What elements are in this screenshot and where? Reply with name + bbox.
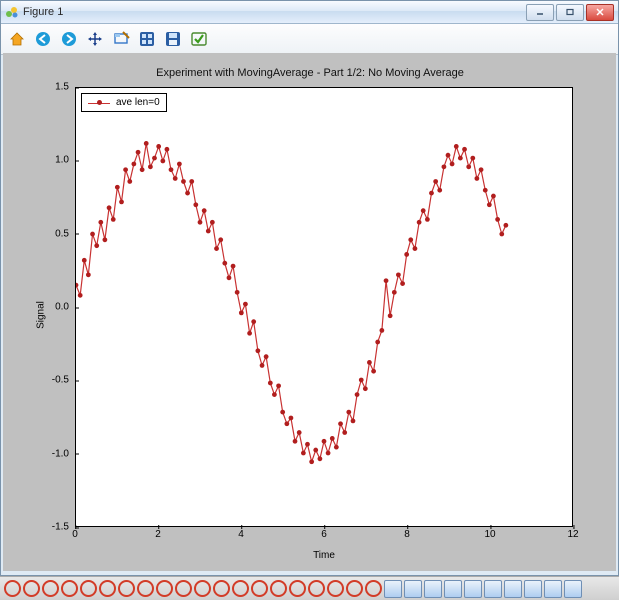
home-icon[interactable] <box>7 29 27 49</box>
figure-canvas[interactable]: Experiment with MovingAverage - Part 1/2… <box>3 53 616 571</box>
mpl-toolbar <box>1 24 618 55</box>
y-tick: 0.5 <box>55 228 73 239</box>
taskbar-item[interactable] <box>404 580 422 598</box>
taskbar-item[interactable] <box>251 580 268 597</box>
forward-icon[interactable] <box>59 29 79 49</box>
y-tick: 1.0 <box>55 155 73 166</box>
taskbar-item[interactable] <box>365 580 382 597</box>
plot-container: Experiment with MovingAverage - Part 1/2… <box>13 65 607 565</box>
x-tick: 8 <box>404 529 410 540</box>
taskbar-item[interactable] <box>80 580 97 597</box>
y-tick: -0.5 <box>52 375 73 386</box>
y-axis-label: Signal <box>35 301 46 329</box>
minimize-button[interactable] <box>526 4 554 21</box>
taskbar-item[interactable] <box>156 580 173 597</box>
save-icon[interactable] <box>163 29 183 49</box>
window-title: Figure 1 <box>23 6 526 18</box>
titlebar[interactable]: Figure 1 <box>1 1 618 24</box>
subplots-icon[interactable] <box>137 29 157 49</box>
taskbar-item[interactable] <box>484 580 502 598</box>
taskbar-item[interactable] <box>289 580 306 597</box>
taskbar-item[interactable] <box>99 580 116 597</box>
close-button[interactable] <box>586 4 614 21</box>
x-tick: 12 <box>567 529 578 540</box>
x-tick: 10 <box>484 529 495 540</box>
plot-title: Experiment with MovingAverage - Part 1/2… <box>13 67 607 79</box>
taskbar[interactable] <box>0 576 619 600</box>
taskbar-item[interactable] <box>564 580 582 598</box>
taskbar-item[interactable] <box>308 580 325 597</box>
x-tick: 2 <box>155 529 161 540</box>
app-icon <box>5 5 19 19</box>
x-tick: 0 <box>72 529 78 540</box>
taskbar-item[interactable] <box>504 580 522 598</box>
back-icon[interactable] <box>33 29 53 49</box>
y-tick: 1.5 <box>55 82 73 93</box>
taskbar-item[interactable] <box>384 580 402 598</box>
taskbar-item[interactable] <box>42 580 59 597</box>
window-buttons <box>526 4 614 21</box>
taskbar-item[interactable] <box>444 580 462 598</box>
legend-label: ave len=0 <box>116 97 160 108</box>
taskbar-item[interactable] <box>232 580 249 597</box>
figure-window: Figure 1 <box>0 0 619 576</box>
taskbar-item[interactable] <box>424 580 442 598</box>
taskbar-item[interactable] <box>464 580 482 598</box>
x-tick: 4 <box>238 529 244 540</box>
maximize-button[interactable] <box>556 4 584 21</box>
taskbar-item[interactable] <box>23 580 40 597</box>
taskbar-item[interactable] <box>4 580 21 597</box>
line-plot <box>76 88 572 526</box>
check-icon[interactable] <box>189 29 209 49</box>
taskbar-item[interactable] <box>524 580 542 598</box>
taskbar-item[interactable] <box>270 580 287 597</box>
taskbar-item[interactable] <box>213 580 230 597</box>
taskbar-item[interactable] <box>61 580 78 597</box>
taskbar-item[interactable] <box>327 580 344 597</box>
taskbar-item[interactable] <box>544 580 562 598</box>
y-tick: 0.0 <box>55 302 73 313</box>
y-tick: -1.0 <box>52 448 73 459</box>
y-tick: -1.5 <box>52 522 73 533</box>
x-axis-label: Time <box>75 550 573 561</box>
taskbar-item[interactable] <box>346 580 363 597</box>
taskbar-item[interactable] <box>175 580 192 597</box>
taskbar-item[interactable] <box>194 580 211 597</box>
x-tick: 6 <box>321 529 327 540</box>
plot-axes <box>75 87 573 527</box>
zoom-icon[interactable] <box>111 29 131 49</box>
legend: ave len=0 <box>81 93 167 112</box>
pan-icon[interactable] <box>85 29 105 49</box>
legend-swatch <box>88 98 110 108</box>
taskbar-item[interactable] <box>137 580 154 597</box>
taskbar-item[interactable] <box>118 580 135 597</box>
